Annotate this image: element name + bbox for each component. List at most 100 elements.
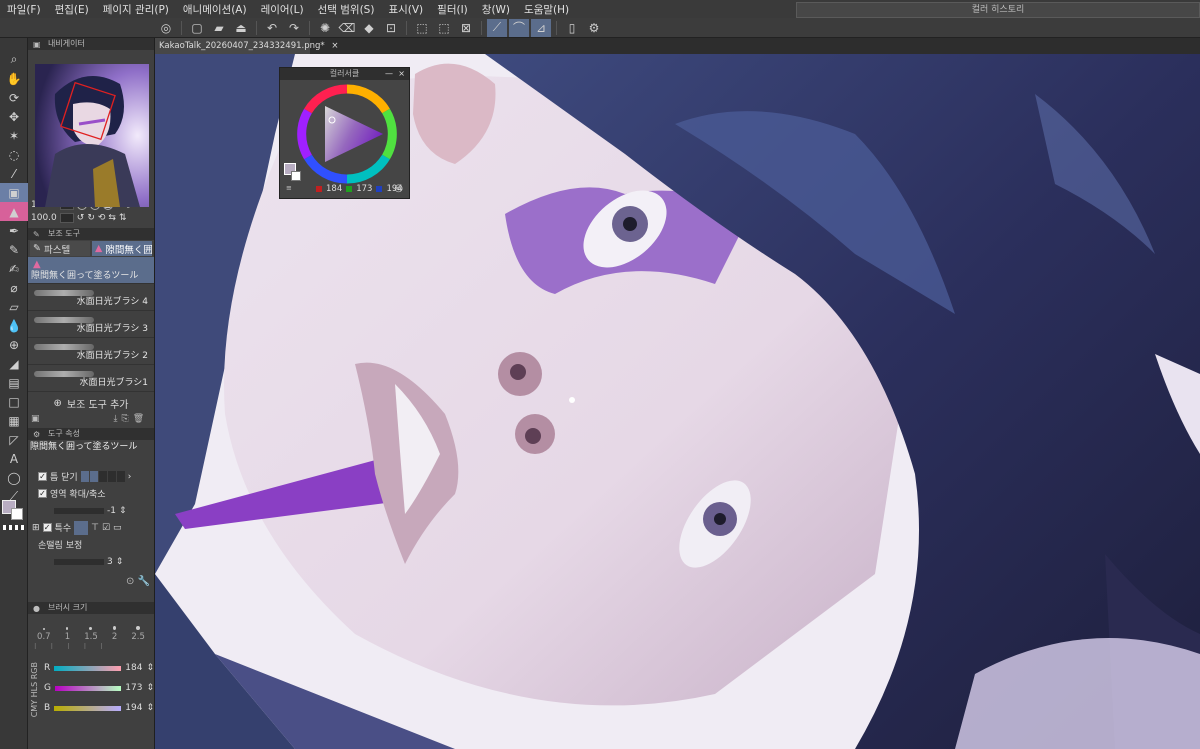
brush-size-preset-more[interactable]: ⁝ <box>67 642 70 652</box>
spin-icon[interactable]: ⇕ <box>119 506 127 516</box>
frame-icon[interactable]: ▦ <box>0 411 28 430</box>
menu-animation[interactable]: 애니메이션(A) <box>176 2 254 17</box>
zoom-icon[interactable]: ⌕ <box>0 50 28 69</box>
pencil-icon[interactable]: ✎ <box>0 240 28 259</box>
area-scale-slider[interactable] <box>54 507 104 514</box>
sub-tool-item[interactable]: 水面日光ブラシ 3 <box>28 311 154 338</box>
magic-wand-icon[interactable]: ✶ <box>0 126 28 145</box>
close-gap-levels[interactable] <box>80 471 125 482</box>
special-checkbox[interactable]: ✓ <box>42 523 52 532</box>
menu-window[interactable]: 창(W) <box>475 2 517 17</box>
brush-size-preset[interactable]: 0.7 <box>37 628 51 642</box>
clear-icon[interactable]: ⌫ <box>337 19 357 37</box>
reset-rotation-icon[interactable]: ⟲ <box>98 213 106 223</box>
figure-icon[interactable]: □ <box>0 392 28 411</box>
snap-grid-icon[interactable]: ⊿ <box>531 18 551 37</box>
spin-icon[interactable]: ⇕ <box>116 557 124 567</box>
menu-selection[interactable]: 선택 범위(S) <box>311 2 382 17</box>
brush-size-preset[interactable]: 2 <box>112 626 117 642</box>
save-icon[interactable]: ⏏ <box>231 19 251 37</box>
pen-icon[interactable]: ✒ <box>0 221 28 240</box>
color-mode-tabs[interactable]: CMY HLS RGB <box>30 662 40 717</box>
sub-tool-delete-icon[interactable]: 🗑 <box>133 414 144 428</box>
undo-icon[interactable]: ↶ <box>262 19 282 37</box>
lasso-icon[interactable]: ◌ <box>0 145 28 164</box>
sub-tool-menu-icon[interactable]: ▣ <box>31 414 40 428</box>
chevron-right-icon[interactable]: › <box>128 472 132 482</box>
spin-icon[interactable]: ⇕ <box>146 683 154 693</box>
area-scale-checkbox[interactable]: ✓ <box>38 489 47 498</box>
fill-icon[interactable]: ◆ <box>359 19 379 37</box>
menu-help[interactable]: 도움말(H) <box>517 2 576 17</box>
spin-icon[interactable]: ⇕ <box>146 703 154 713</box>
color-mode-toggle-icon[interactable]: ◎ <box>394 183 403 194</box>
sub-tool-download-icon[interactable]: ⤓ <box>114 414 118 428</box>
decoration-icon[interactable]: ⊕ <box>0 335 28 354</box>
layer-reference-icon[interactable] <box>74 520 89 535</box>
smartphone-icon[interactable]: ▯ <box>562 19 582 37</box>
sub-color-chip[interactable] <box>291 171 301 181</box>
sub-tool-group-pastel[interactable]: ✎ 파스텔 <box>30 241 90 256</box>
menu-file[interactable]: 파일(F) <box>0 2 48 17</box>
move-icon[interactable]: ✥ <box>0 107 28 126</box>
color-history-panel-title[interactable]: 컬러 히스토리 <box>796 2 1200 18</box>
ruler-icon[interactable]: ◸ <box>0 430 28 449</box>
g-slider[interactable] <box>54 685 122 691</box>
sub-tool-item[interactable]: ▲ 隙間無く囲って塗るツール <box>28 257 154 284</box>
rotate-icon[interactable]: ⟳ <box>0 88 28 107</box>
sub-tool-item[interactable]: 水面日光ブラシ 4 <box>28 284 154 311</box>
invert-selection-icon[interactable]: ⬚ <box>434 19 454 37</box>
eyedropper-icon[interactable]: ⁄ <box>0 164 28 183</box>
transparent-color-icon[interactable]: ≡ <box>286 184 292 192</box>
selection-ref-icon[interactable]: ☑ <box>102 523 110 533</box>
wrench-icon[interactable]: 🔧 <box>138 576 150 587</box>
loading-icon[interactable]: ✺ <box>315 19 335 37</box>
balloon-icon[interactable]: ◯ <box>0 468 28 487</box>
add-sub-tool-button[interactable]: ⊕ 보조 도구 추가 <box>28 392 154 414</box>
brush-size-preset-more[interactable]: ⁝ <box>100 642 103 652</box>
blend-icon[interactable]: 💧 <box>0 316 28 335</box>
brush-size-preset[interactable]: 1.5 <box>84 627 98 642</box>
sub-tool-copy-icon[interactable]: ⎘ <box>122 414 129 428</box>
flip-horizontal-icon[interactable]: ⇆ <box>108 213 116 223</box>
text-icon[interactable]: A <box>0 449 28 468</box>
transparent-color-swatch[interactable] <box>3 525 25 530</box>
pastel-brush-icon[interactable]: ▣ <box>0 183 28 202</box>
hue-ring[interactable] <box>295 82 399 186</box>
fill-bucket-icon[interactable]: ◢ <box>0 354 28 373</box>
menu-view[interactable]: 표시(V) <box>381 2 430 17</box>
settings-icon[interactable]: ⚙ <box>584 19 604 37</box>
gradient-icon[interactable]: ▤ <box>0 373 28 392</box>
app-icon[interactable]: ◎ <box>156 19 176 37</box>
reset-icon[interactable]: ⊙ <box>126 576 134 587</box>
flip-vertical-icon[interactable]: ⇅ <box>119 213 127 223</box>
deselect-icon[interactable]: ⬚ <box>412 19 432 37</box>
close-gap-checkbox[interactable]: ✓ <box>38 472 47 481</box>
reference-layer-icon[interactable]: ⊤ <box>91 523 99 533</box>
panel-menu-icon[interactable]: — <box>385 68 393 80</box>
brush-size-preset[interactable]: 2.5 <box>131 626 145 642</box>
menu-layer[interactable]: 레이어(L) <box>254 2 311 17</box>
stabilization-slider[interactable] <box>54 558 104 565</box>
navigator-preview[interactable] <box>35 64 149 207</box>
menu-edit[interactable]: 편집(E) <box>48 2 96 17</box>
expand-icon[interactable]: ⊞ <box>32 523 40 533</box>
brush-size-preset-more[interactable]: ⁝ <box>84 642 87 652</box>
r-slider[interactable] <box>54 665 122 671</box>
folder-icon[interactable]: ▭ <box>113 523 122 533</box>
menu-page-management[interactable]: 페이지 관리(P) <box>96 2 176 17</box>
transform-icon[interactable]: ⊡ <box>381 19 401 37</box>
hand-icon[interactable]: ✋ <box>0 69 28 88</box>
rotate-left-icon[interactable]: ↺ <box>77 213 85 223</box>
rotation-slider[interactable] <box>59 212 74 223</box>
rotation-value[interactable]: 100.0 <box>31 213 57 223</box>
close-icon[interactable]: × <box>398 68 405 80</box>
sub-tool-group-fill[interactable]: ▲ 隙間無く囲 <box>92 241 152 256</box>
b-slider[interactable] <box>54 705 122 711</box>
brush-size-preset[interactable]: 1 <box>65 627 70 642</box>
snap-special-ruler-icon[interactable]: ⌒ <box>509 18 529 37</box>
sub-color-swatch[interactable] <box>11 508 23 520</box>
crop-icon[interactable]: ⊠ <box>456 19 476 37</box>
brush-size-preset-more[interactable]: ⁝ <box>34 642 37 652</box>
close-tab-icon[interactable]: × <box>331 41 338 51</box>
